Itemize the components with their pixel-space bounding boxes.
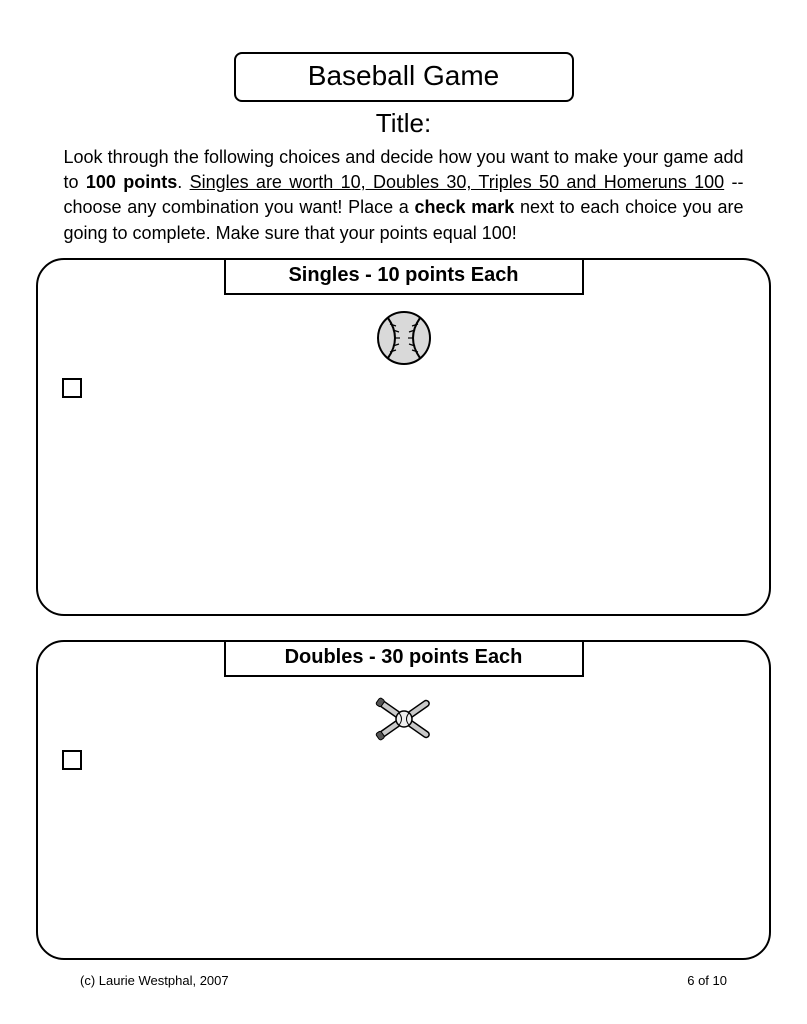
ins-text-2: .	[177, 172, 189, 192]
ins-bold-check: check mark	[415, 197, 515, 217]
checkbox-doubles[interactable]	[62, 750, 82, 770]
footer-copyright: (c) Laurie Westphal, 2007	[80, 973, 229, 988]
section-singles: Singles - 10 points Each	[36, 258, 771, 616]
instructions-paragraph: Look through the following choices and d…	[64, 145, 744, 246]
bats-icon-wrap	[38, 690, 769, 753]
page-footer: (c) Laurie Westphal, 2007 6 of 10	[80, 973, 727, 988]
section-box-doubles: Doubles - 30 points Each	[36, 640, 771, 960]
page-title: Baseball Game	[308, 60, 499, 91]
baseball-icon-wrap	[38, 308, 769, 373]
page-title-box: Baseball Game	[234, 52, 574, 102]
ins-underline-rules: Singles are worth 10, Doubles 30, Triple…	[190, 172, 725, 192]
worksheet-page: Baseball Game Title: Look through the fo…	[0, 0, 807, 1024]
section-box-singles: Singles - 10 points Each	[36, 258, 771, 616]
footer-pagenum: 6 of 10	[687, 973, 727, 988]
baseball-icon	[374, 308, 434, 368]
subtitle-label: Title:	[36, 108, 771, 139]
section-header-singles: Singles - 10 points Each	[224, 258, 584, 295]
section-doubles: Doubles - 30 points Each	[36, 640, 771, 960]
section-header-doubles: Doubles - 30 points Each	[224, 640, 584, 677]
ins-bold-points: 100 points	[86, 172, 177, 192]
crossed-bats-icon	[364, 690, 444, 748]
checkbox-singles[interactable]	[62, 378, 82, 398]
